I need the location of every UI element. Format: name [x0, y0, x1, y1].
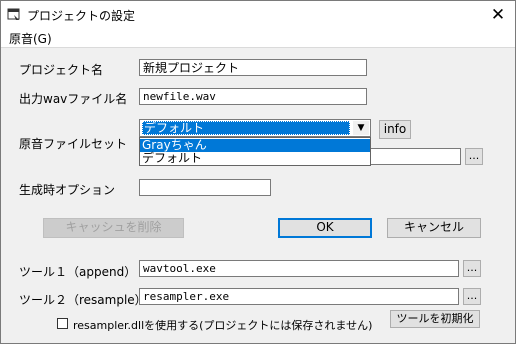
tool1-input[interactable]: wavtool.exe: [139, 260, 459, 277]
project-name-input[interactable]: 新規プロジェクト: [139, 59, 367, 76]
tool1-browse-button[interactable]: ...: [463, 260, 481, 277]
dialog-title: プロジェクトの設定: [27, 9, 136, 23]
title-bar: プロジェクトの設定 ✕: [1, 1, 515, 29]
gen-options-label: 生成時オプション: [19, 183, 116, 197]
tool1-label: ツール１（append）: [19, 265, 137, 279]
resampler-dll-checkbox[interactable]: [57, 318, 68, 329]
menu-bar: 原音(G): [1, 29, 515, 47]
cancel-button[interactable]: キャンセル: [387, 218, 481, 238]
menu-voicebank[interactable]: 原音(G): [9, 30, 52, 47]
voicebank-label: 原音ファイルセット: [19, 137, 128, 151]
tool2-input[interactable]: resampler.exe: [139, 288, 459, 305]
ok-button[interactable]: OK: [278, 218, 372, 238]
voicebank-select[interactable]: デフォルト ▼: [139, 119, 371, 137]
menu-divider: [1, 47, 515, 48]
app-window-icon: [7, 8, 20, 20]
gen-options-input[interactable]: [139, 179, 271, 196]
clear-cache-button[interactable]: キャッシュを削除: [43, 218, 184, 238]
output-wav-input[interactable]: newfile.wav: [139, 88, 367, 105]
close-icon[interactable]: ✕: [487, 4, 509, 26]
voicebank-browse-button[interactable]: ...: [465, 148, 483, 165]
tool2-browse-button[interactable]: ...: [463, 288, 481, 305]
project-name-label: プロジェクト名: [19, 63, 104, 77]
tool2-label: ツール２（resample）: [19, 293, 147, 307]
voicebank-selected-value: デフォルト: [142, 121, 350, 135]
info-button[interactable]: info: [379, 120, 411, 139]
output-wav-label: 出力wavファイル名: [19, 92, 128, 106]
resampler-dll-label[interactable]: resampler.dllを使用する(プロジェクトには保存されません): [73, 317, 372, 333]
voicebank-option[interactable]: デフォルト: [140, 152, 370, 165]
init-tools-button[interactable]: ツールを初期化: [390, 310, 480, 328]
project-settings-dialog: プロジェクトの設定 ✕ 原音(G) プロジェクト名 新規プロジェクト 出力wav…: [0, 0, 516, 344]
chevron-down-icon[interactable]: ▼: [353, 121, 369, 135]
voicebank-dropdown-list: Grayちゃん デフォルト: [139, 137, 371, 166]
